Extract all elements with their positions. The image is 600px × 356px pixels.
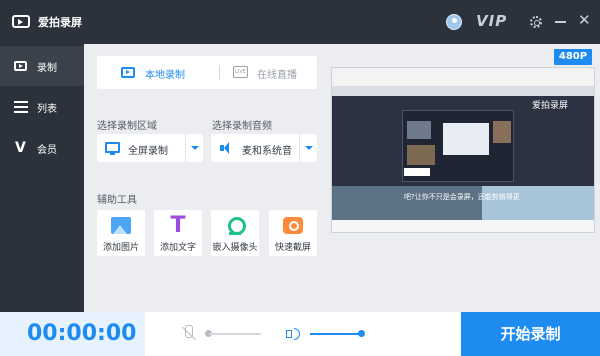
chevron-down-icon[interactable] xyxy=(185,134,203,162)
record-audio-select[interactable]: 麦和系统音 xyxy=(211,134,317,162)
avatar[interactable] xyxy=(446,14,462,30)
tab-live-stream[interactable]: 在线直播 xyxy=(257,66,297,81)
tools-label: 辅助工具 xyxy=(97,195,137,206)
preview-timer-widget xyxy=(404,168,430,176)
text-icon: T xyxy=(170,213,186,238)
preview-browser-bar xyxy=(332,68,594,86)
app-title: 爱拍录屏 xyxy=(38,16,82,29)
main-panel: 本地录制 LIVE 在线直播 选择录制区域 选择录制音频 全屏录制 麦和系统音 … xyxy=(84,44,600,312)
record-timer: 00:00:00 xyxy=(27,321,137,346)
preview-card xyxy=(443,123,489,155)
resolution-badge[interactable]: 480P xyxy=(554,49,592,65)
record-area-label: 选择录制区域 xyxy=(97,121,157,132)
live-icon[interactable]: LIVE xyxy=(233,66,248,78)
camera-icon xyxy=(227,217,246,235)
speaker-volume-icon[interactable] xyxy=(286,326,300,340)
record-audio-value: 麦和系统音 xyxy=(242,146,292,157)
add-image-button[interactable]: 添加图片 xyxy=(97,210,145,256)
bottom-bar: 00:00:00 开始录制 xyxy=(0,312,600,356)
sidebar-item-record[interactable]: 录制 xyxy=(0,46,84,86)
sidebar-item-vip[interactable]: V 会员 xyxy=(0,128,84,168)
preview-thumb xyxy=(407,145,435,165)
title-bar: 爱拍录屏 VIP ✕ xyxy=(0,0,600,44)
preview-caption: 吧?让你不只是会录屏，还能剪辑得更 xyxy=(404,193,520,201)
screenshot-icon xyxy=(283,217,303,234)
screen-preview: 爱拍录屏 吧?让你不只是会录屏，还能剪辑得更 xyxy=(331,67,595,233)
minimize-icon[interactable] xyxy=(555,21,566,23)
tool-label: 添加文字 xyxy=(159,243,196,253)
preview-toolbar xyxy=(332,86,594,96)
tab-local-record[interactable]: 本地录制 xyxy=(145,66,185,81)
mic-muted-icon[interactable] xyxy=(182,325,194,342)
start-record-button[interactable]: 开始录制 xyxy=(461,312,600,356)
record-icon xyxy=(14,61,27,71)
mic-volume-slider[interactable] xyxy=(209,333,261,335)
preview-thumb xyxy=(493,121,511,143)
quick-screenshot-button[interactable]: 快速截屏 xyxy=(269,210,317,256)
record-audio-label: 选择录制音频 xyxy=(212,121,272,132)
close-icon[interactable]: ✕ xyxy=(578,10,591,30)
tool-label: 添加图片 xyxy=(102,243,139,253)
record-area-value: 全屏录制 xyxy=(128,146,168,157)
sidebar-item-list[interactable]: 列表 xyxy=(0,87,84,127)
preview-watermark: 爱拍录屏 xyxy=(532,101,569,111)
divider xyxy=(219,65,220,80)
preview-taskbar xyxy=(332,220,594,232)
monitor-icon xyxy=(105,142,120,155)
image-icon xyxy=(111,217,131,234)
preview-thumb xyxy=(407,121,431,139)
sidebar-item-label: 会员 xyxy=(37,145,57,156)
vip-icon: V xyxy=(15,140,26,156)
tool-label: 嵌入摄像头 xyxy=(212,243,258,253)
sidebar-item-label: 录制 xyxy=(37,63,57,74)
add-text-button[interactable]: T 添加文字 xyxy=(154,210,202,256)
settings-gear-icon[interactable] xyxy=(530,16,542,28)
app-logo-icon xyxy=(12,15,30,28)
list-icon xyxy=(14,101,28,113)
tool-label: 快速截屏 xyxy=(274,243,311,253)
speaker-volume-knob[interactable] xyxy=(358,330,365,337)
vip-button[interactable]: VIP xyxy=(476,12,507,30)
timer-panel: 00:00:00 xyxy=(0,312,145,356)
chevron-down-icon[interactable] xyxy=(299,134,317,162)
embed-camera-button[interactable]: 嵌入摄像头 xyxy=(211,210,259,256)
sidebar-item-label: 列表 xyxy=(37,104,57,115)
local-record-icon[interactable] xyxy=(121,67,135,78)
record-area-select[interactable]: 全屏录制 xyxy=(97,134,203,162)
speaker-volume-slider[interactable] xyxy=(310,333,362,335)
speaker-icon xyxy=(220,142,232,154)
record-mode-card: 本地录制 LIVE 在线直播 xyxy=(97,56,317,89)
sidebar: 录制 列表 V 会员 xyxy=(0,44,84,312)
